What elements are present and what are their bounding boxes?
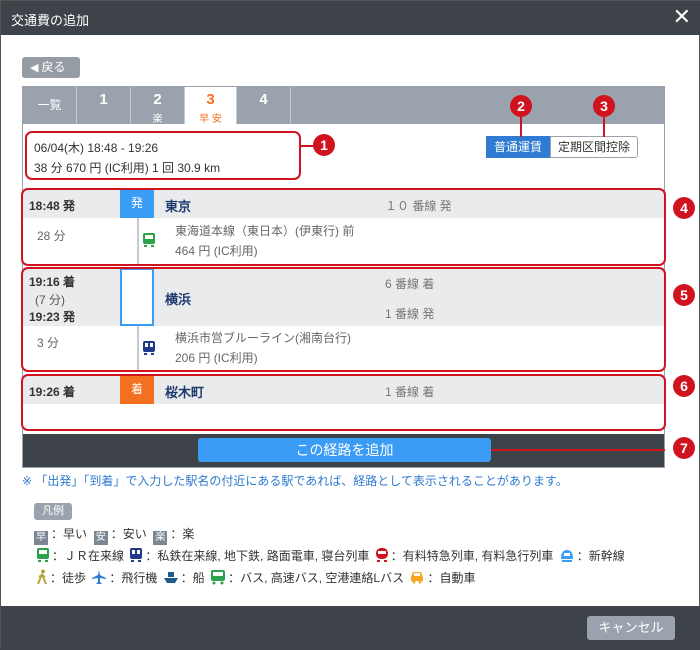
close-icon[interactable]: ✕ [673, 6, 691, 28]
add-route-bar: この経路を追加 [23, 434, 665, 467]
legend-cheap: ：安い [110, 527, 147, 541]
route-panel: 一覧 1 2 楽 3 早 安 4 06/04(木) 18:48 - 19:26 … [21, 86, 666, 468]
legend-express: ：有料特急列車, 有料急行列車 [390, 549, 554, 563]
bus-icon [211, 570, 226, 585]
legend-private: ：私鉄在来線, 地下鉄, 路面電車, 寝台列車 [145, 549, 370, 563]
shinkansen-icon [560, 550, 573, 562]
commuter-deduction-button[interactable]: 定期区間控除 [550, 136, 639, 158]
callout-leader [520, 116, 522, 137]
tab-route-4[interactable]: 4 [237, 87, 291, 124]
back-button[interactable]: ◀ 戻る [22, 57, 80, 78]
legend-tags: 早：早い 安：安い 楽：楽 [34, 525, 194, 545]
callout-4: 4 [673, 197, 695, 219]
tab-number: 3 [206, 91, 215, 108]
legend-jr: ：ＪＲ在来線 [52, 549, 125, 563]
tab-number: 4 [259, 91, 268, 108]
legend-fast: ：早い [51, 527, 88, 541]
summary-time: 06/04(木) 18:48 - 19:26 [34, 141, 159, 155]
dialog-footer: キャンセル [1, 606, 700, 650]
highlight-box-4 [21, 188, 666, 266]
car-icon [411, 572, 424, 584]
legend-transport-1: ：ＪＲ在来線 ：私鉄在来線, 地下鉄, 路面電車, 寝台列車 ：有料特急列車, … [34, 547, 625, 564]
callout-7: 7 [673, 437, 695, 459]
legend-easy: ：楽 [170, 527, 195, 541]
legend-transport-2: ：徒歩 ：飛行機 ：船 ：バス, 高速バス, 空港連絡Lバス ：自動車 [34, 569, 475, 586]
summary-stats: 38 分 670 円 (IC利用) 1 回 30.9 km [34, 161, 221, 175]
express-train-icon [375, 548, 388, 562]
tab-list[interactable]: 一覧 [23, 87, 77, 124]
legend-bus: ：バス, 高速バス, 空港連絡Lバス [228, 571, 405, 585]
add-transport-expense-dialog: 交通費の追加 ✕ ◀ 戻る 一覧 1 2 楽 3 早 安 4 06/04(木) 1… [0, 0, 700, 650]
callout-1: 1 [313, 134, 335, 156]
back-arrow-icon: ◀ [30, 62, 39, 74]
legend-walk: ：徒歩 [50, 571, 87, 585]
callout-5: 5 [673, 284, 695, 306]
callout-3: 3 [593, 95, 615, 117]
subway-train-icon [130, 548, 143, 562]
tab-tags: 楽 [152, 114, 163, 125]
legend-shinkansen: ：新幹線 [576, 549, 625, 563]
highlight-box-6 [21, 374, 666, 431]
callout-leader [603, 116, 605, 137]
tab-tags: 早 安 [199, 114, 222, 125]
cancel-button[interactable]: キャンセル [587, 616, 675, 640]
ship-icon [163, 572, 178, 583]
tab-route-2[interactable]: 2 楽 [131, 87, 185, 125]
route-note: ※ 「出発」「到着」で入力した駅名の付近にある駅であれば、経路として表示されるこ… [22, 474, 568, 488]
normal-fare-button[interactable]: 普通運賃 [486, 136, 551, 158]
back-label: 戻る [41, 60, 66, 74]
dialog-title: 交通費の追加 [11, 13, 90, 28]
dialog-titlebar: 交通費の追加 ✕ [1, 1, 700, 35]
legend-car: ：自動車 [427, 571, 476, 585]
plane-icon [92, 570, 107, 584]
highlight-box-5 [21, 267, 666, 372]
route-summary: 06/04(木) 18:48 - 19:26 38 分 670 円 (IC利用)… [25, 131, 301, 180]
callout-2: 2 [510, 95, 532, 117]
tab-number: 2 [153, 91, 162, 108]
add-route-button[interactable]: この経路を追加 [198, 438, 491, 462]
callout-6: 6 [673, 375, 695, 397]
tab-number: 1 [99, 91, 108, 108]
cheap-tag-icon: 安 [93, 531, 108, 545]
walk-icon [37, 569, 47, 585]
easy-tag-icon: 楽 [153, 531, 168, 545]
tab-route-1[interactable]: 1 [77, 87, 131, 124]
fare-type-toggle: 普通運賃 定期区間控除 [486, 136, 639, 158]
callout-leader [491, 449, 665, 451]
route-tabs: 一覧 1 2 楽 3 早 安 4 [23, 87, 664, 125]
callout-leader [300, 145, 314, 147]
fast-tag-icon: 早 [34, 531, 48, 545]
legend-ship: ：船 [180, 571, 205, 585]
legend-title: 凡例 [34, 503, 72, 520]
legend-plane: ：飛行機 [109, 571, 158, 585]
tab-route-3[interactable]: 3 早 安 [185, 87, 237, 125]
jr-train-icon [37, 548, 49, 562]
